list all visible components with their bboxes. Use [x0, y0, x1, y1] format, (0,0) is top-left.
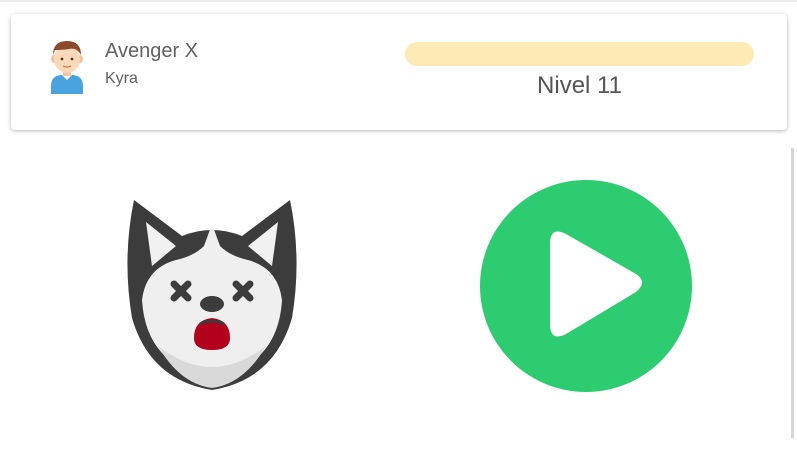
boy-avatar-icon: [51, 41, 83, 94]
scrollbar[interactable]: [791, 148, 794, 438]
player-name: Avenger X: [105, 40, 199, 62]
level-progress-bar: [405, 42, 754, 66]
dead-husky-icon: [127, 200, 297, 390]
player-username: Kyra: [105, 70, 138, 87]
top-divider: [0, 0, 797, 2]
player-card: Avenger X Kyra Nivel 11: [11, 14, 787, 130]
level-label: Nivel 11: [537, 72, 622, 99]
play-button[interactable]: [478, 178, 694, 394]
